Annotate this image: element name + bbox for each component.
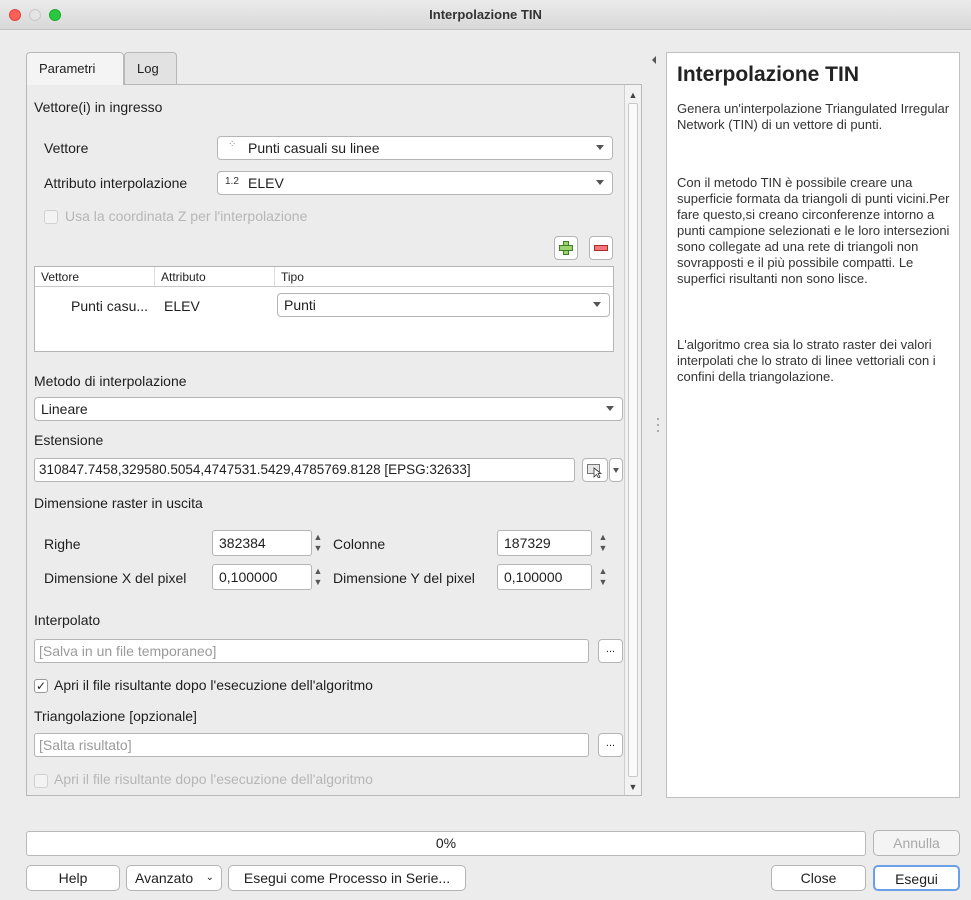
help-panel: Interpolazione TIN Genera un'interpolazi… [666, 52, 960, 798]
open-after2-checkbox[interactable] [34, 774, 48, 788]
batch-process-button[interactable]: Esegui come Processo in Serie... [228, 865, 466, 891]
attribute-combobox-value: ELEV [248, 175, 284, 191]
help-paragraph-2: Con il metodo TIN è possibile creare una… [677, 175, 950, 286]
raster-size-label: Dimensione raster in uscita [34, 495, 203, 511]
vector-combobox[interactable]: ⁘ Punti casuali su linee [217, 136, 613, 160]
collapse-help-icon[interactable] [652, 56, 656, 64]
remove-layer-icon [594, 245, 608, 251]
pixel-y-stepper[interactable]: ▲ ▼ [596, 564, 610, 590]
attribute-combobox[interactable]: 1.2 ELEV [217, 171, 613, 195]
interpolated-output-input[interactable]: [Salva in un file temporaneo] [34, 639, 589, 663]
triangulation-browse-button[interactable]: ... [598, 733, 623, 757]
close-button[interactable]: Close [771, 865, 866, 891]
input-layers-table[interactable]: Vettore Attributo Tipo Punti casu... ELE… [34, 266, 614, 352]
splitter-handle[interactable] [657, 430, 659, 432]
cols-stepper[interactable]: ▲ ▼ [596, 530, 610, 556]
add-layer-icon [559, 241, 573, 255]
triangulation-output-input[interactable]: [Salta risultato] [34, 733, 589, 757]
interpolated-browse-button[interactable]: ... [598, 639, 623, 663]
cols-label: Colonne [333, 536, 386, 552]
chevron-down-icon [596, 180, 604, 185]
table-cell-attributo[interactable]: ELEV [164, 298, 200, 314]
splitter-handle[interactable] [657, 418, 659, 420]
triangulation-label: Triangolazione [opzionale] [34, 708, 197, 724]
advanced-button[interactable]: Avanzato ⌄ [126, 865, 222, 891]
method-label: Metodo di interpolazione [34, 373, 187, 389]
title-bar: Interpolazione TIN [0, 0, 971, 30]
method-combobox[interactable]: Lineare [34, 397, 623, 421]
extent-select-button[interactable] [582, 458, 608, 482]
input-section-label: Vettore(i) in ingresso [34, 99, 163, 115]
splitter-handle[interactable] [657, 424, 659, 426]
remove-layer-button[interactable] [589, 236, 613, 260]
interpolated-label: Interpolato [34, 612, 101, 628]
chevron-down-icon [596, 145, 604, 150]
table-header-tipo[interactable]: Tipo [275, 267, 613, 287]
cols-spinbox[interactable]: 187329 [497, 530, 592, 556]
run-button[interactable]: Esegui [873, 865, 960, 891]
open-after-label: Apri il file risultante dopo l'esecuzion… [54, 677, 373, 693]
extent-input[interactable]: 310847.7458,329580.5054,4747531.5429,478… [34, 458, 575, 482]
tipo-combobox-value: Punti [284, 297, 316, 313]
pixel-y-label: Dimensione Y del pixel [333, 570, 475, 586]
select-on-canvas-icon [587, 464, 603, 479]
chevron-down-icon [593, 302, 601, 307]
table-header-vettore[interactable]: Vettore [35, 267, 155, 287]
table-header-attributo[interactable]: Attributo [155, 267, 275, 287]
table-cell-vettore[interactable]: Punti casu... [71, 298, 148, 314]
scroll-up-icon[interactable]: ▲ [628, 89, 638, 101]
point-layer-icon: ⁘ [228, 139, 237, 150]
method-combobox-value: Lineare [41, 401, 88, 417]
window-title: Interpolazione TIN [429, 7, 542, 22]
extent-label: Estensione [34, 432, 104, 448]
chevron-down-icon [606, 406, 614, 411]
advanced-button-label: Avanzato [135, 870, 194, 886]
use-z-checkbox[interactable] [44, 210, 58, 224]
pixel-x-spinbox[interactable]: 0,100000 [212, 564, 312, 590]
vector-combobox-value: Punti casuali su linee [248, 140, 380, 156]
chevron-down-icon: ⌄ [205, 872, 214, 883]
pixel-x-stepper[interactable]: ▲ ▼ [311, 564, 325, 590]
tab-log[interactable]: Log [124, 52, 177, 84]
scroll-down-icon[interactable]: ▼ [628, 781, 638, 793]
chevron-down-icon [613, 468, 619, 473]
numeric-field-icon: 1.2 [225, 176, 239, 187]
table-cell-tipo-combobox[interactable]: Punti [277, 293, 610, 317]
help-title: Interpolazione TIN [677, 63, 860, 86]
add-layer-button[interactable] [554, 236, 578, 260]
pixel-y-spinbox[interactable]: 0,100000 [497, 564, 592, 590]
scrollbar[interactable]: ▲ ▼ [624, 85, 641, 795]
help-paragraph-1: Genera un'interpolazione Triangulated Ir… [677, 101, 950, 132]
rows-stepper[interactable]: ▲ ▼ [311, 530, 325, 556]
pixel-x-label: Dimensione X del pixel [44, 570, 187, 586]
cancel-button[interactable]: Annulla [873, 830, 960, 856]
use-z-label: Usa la coordinata Z per l'interpolazione [65, 208, 308, 224]
extent-menu-button[interactable] [609, 458, 623, 482]
help-button[interactable]: Help [26, 865, 120, 891]
open-after-checkbox[interactable]: ✓ [34, 679, 48, 693]
progress-text: 0% [435, 835, 457, 851]
attribute-label: Attributo interpolazione [44, 175, 188, 191]
rows-label: Righe [44, 536, 81, 552]
scrollbar-thumb[interactable] [628, 103, 638, 777]
open-after2-label: Apri il file risultante dopo l'esecuzion… [54, 771, 373, 787]
rows-spinbox[interactable]: 382384 [212, 530, 312, 556]
progress-bar: 0% [26, 831, 866, 856]
tab-parametri[interactable]: Parametri [26, 52, 124, 85]
help-paragraph-3: L'algoritmo crea sia lo strato raster de… [677, 337, 936, 384]
vector-label: Vettore [44, 140, 89, 156]
